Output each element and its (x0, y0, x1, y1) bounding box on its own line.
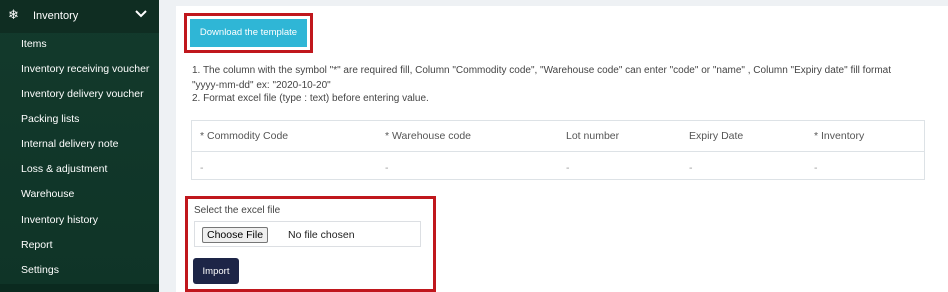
sidebar-item-label: Packing lists (21, 113, 80, 125)
sidebar-item-label: Settings (21, 264, 59, 276)
sidebar-item-inventory-history[interactable]: Inventory history (0, 208, 159, 233)
sidebar-footer (0, 284, 159, 292)
table-header-row: * Commodity Code * Warehouse code Lot nu… (192, 121, 924, 152)
instruction-line-3: 2. Format excel file (type : text) befor… (192, 93, 429, 104)
sidebar-section-label: Inventory (33, 10, 79, 22)
sidebar-section-inventory[interactable]: ❄ Inventory (0, 0, 159, 33)
sidebar-item-warehouse[interactable]: Warehouse (0, 182, 159, 207)
sidebar-item-loss-adjustment[interactable]: Loss & adjustment (0, 157, 159, 182)
sidebar-item-label: Inventory delivery voucher (21, 88, 144, 100)
column-header-expiry-date: Expiry Date (689, 130, 744, 142)
snowflake-icon: ❄ (8, 7, 19, 22)
sidebar-item-label: Inventory receiving voucher (21, 63, 150, 75)
table-cell: - (200, 162, 204, 174)
import-button[interactable]: Import (193, 258, 239, 284)
sidebar-item-internal-delivery-note[interactable]: Internal delivery note (0, 132, 159, 157)
column-header-commodity-code: * Commodity Code (200, 130, 289, 142)
instruction-line-2: "yyyy-mm-dd" ex: "2020-10-20" (192, 80, 331, 91)
select-file-label: Select the excel file (194, 205, 281, 216)
chevron-down-icon[interactable] (134, 9, 148, 19)
sidebar-item-label: Inventory history (21, 214, 99, 226)
choose-file-button[interactable]: Choose File (202, 227, 269, 243)
sidebar-item-label: Loss & adjustment (21, 163, 108, 175)
sidebar-item-inventory-delivery-voucher[interactable]: Inventory delivery voucher (0, 82, 159, 107)
file-input[interactable]: Choose File No file chosen (194, 221, 421, 247)
file-status-text: No file chosen (288, 229, 355, 241)
sidebar-item-label: Report (21, 239, 53, 251)
sidebar-item-items[interactable]: Items (0, 32, 159, 57)
table-cell: - (385, 162, 389, 174)
sidebar-item-label: Items (21, 38, 47, 50)
table-cell: - (689, 162, 693, 174)
table-cell: - (814, 162, 818, 174)
sidebar-item-settings[interactable]: Settings (0, 258, 159, 283)
instruction-line-1: 1. The column with the symbol "*" are re… (192, 65, 892, 76)
sidebar-item-label: Warehouse (21, 188, 75, 200)
sidebar-item-inventory-receiving-voucher[interactable]: Inventory receiving voucher (0, 57, 159, 82)
sidebar-item-packing-lists[interactable]: Packing lists (0, 107, 159, 132)
template-preview-table: * Commodity Code * Warehouse code Lot nu… (191, 120, 925, 180)
table-cell: - (566, 162, 570, 174)
sidebar-item-report[interactable]: Report (0, 233, 159, 258)
download-template-button[interactable]: Download the template (190, 19, 307, 47)
import-panel: Download the template 1. The column with… (176, 6, 948, 292)
column-header-inventory: * Inventory (814, 130, 865, 142)
column-header-lot-number: Lot number (566, 130, 620, 142)
sidebar-item-label: Internal delivery note (21, 138, 119, 150)
sidebar: ❄ Inventory Items Inventory receiving vo… (0, 0, 159, 292)
column-header-warehouse-code: * Warehouse code (385, 130, 471, 142)
